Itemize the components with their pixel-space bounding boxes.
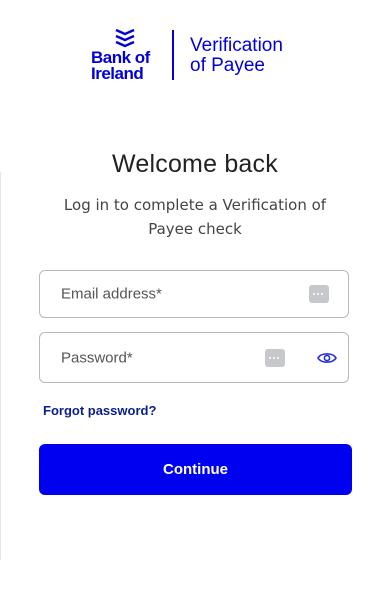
email-field[interactable]: Email address* (39, 270, 349, 318)
eye-icon[interactable] (317, 351, 337, 365)
continue-button[interactable]: Continue (39, 444, 352, 495)
page-title: Welcome back (112, 150, 278, 178)
forgot-password-link[interactable]: Forgot password? (43, 403, 156, 418)
service-name: Verification of Payee (190, 36, 283, 76)
password-field[interactable]: Password* (39, 332, 349, 383)
header-logo: Bank of Ireland Verification of Payee (0, 28, 390, 84)
password-manager-key-icon[interactable] (265, 348, 285, 367)
bank-name: Bank of Ireland (91, 49, 161, 83)
password-field-label: Password* (61, 349, 133, 366)
email-field-label: Email address* (61, 285, 162, 303)
service-name-line1: Verification (190, 35, 283, 56)
password-manager-key-icon[interactable] (309, 285, 329, 303)
logo-divider (172, 30, 174, 80)
service-name-line2: of Payee (190, 55, 265, 76)
page-edge-divider (0, 172, 1, 560)
bank-of-ireland-logo-icon (115, 28, 135, 48)
bank-name-line2: Ireland (91, 64, 144, 83)
page-subtitle: Log in to complete a Verification of Pay… (63, 196, 327, 238)
